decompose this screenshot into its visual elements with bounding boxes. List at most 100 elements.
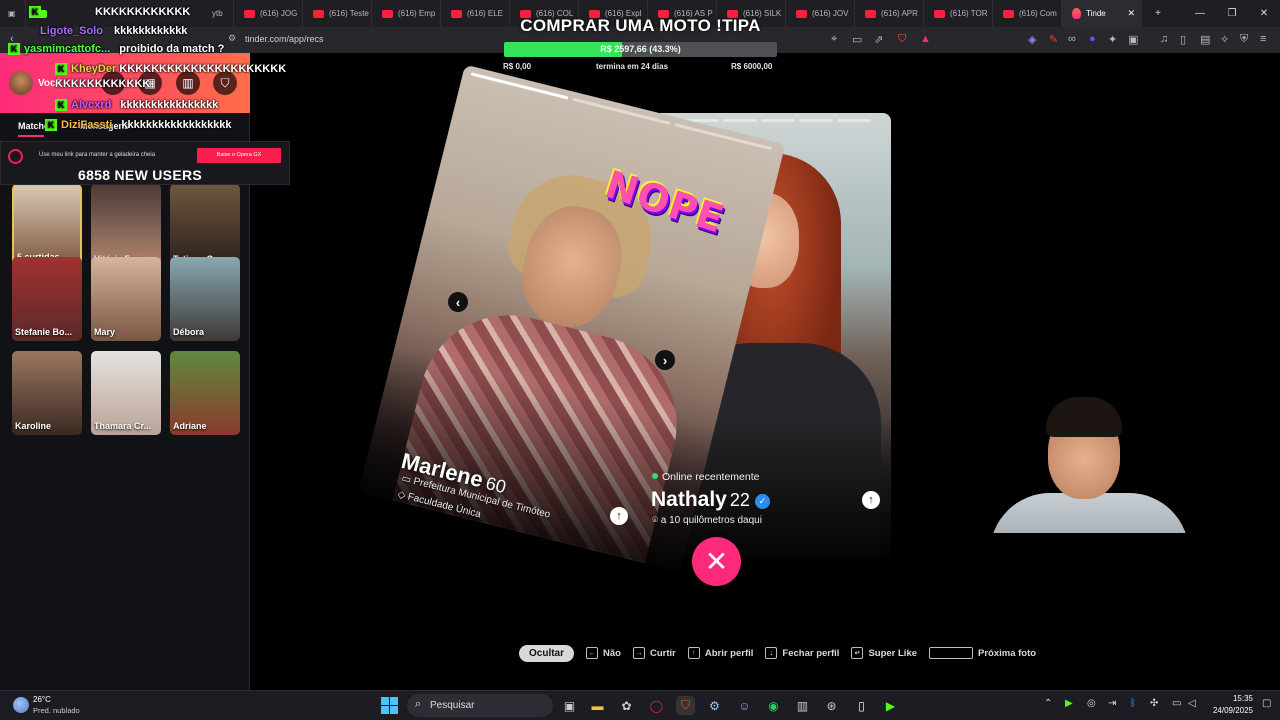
youtube-icon xyxy=(865,9,876,18)
kick-app-icon[interactable]: ▶ xyxy=(881,696,900,715)
hint-super-like: ↵ Super Like xyxy=(851,647,917,659)
extension-icon[interactable]: ✎ xyxy=(1049,33,1058,46)
tab-0[interactable]: (616) JOG xyxy=(234,0,303,27)
discord-icon[interactable]: ☺ xyxy=(735,696,754,715)
match-card[interactable]: Débora xyxy=(170,257,240,341)
open-profile-nathaly-icon[interactable]: ↑ xyxy=(862,491,880,509)
weather-icon[interactable] xyxy=(13,697,29,713)
previous-photo-icon[interactable]: ‹ xyxy=(448,292,468,312)
right-arrow-key-icon: → xyxy=(632,647,645,659)
app-icon[interactable]: ⊛ xyxy=(822,696,841,715)
brave-shield-icon[interactable]: ⛉ xyxy=(898,33,906,46)
hint-open-profile: ↑ Abrir perfil xyxy=(687,647,754,659)
tray-app-icon[interactable]: ✣ xyxy=(1150,698,1158,709)
close-window-icon[interactable]: ✕ xyxy=(1248,8,1280,19)
match-card[interactable]: Thamara Cr... xyxy=(91,351,161,435)
avatar[interactable] xyxy=(9,71,33,95)
chat-text: proibido da match ? xyxy=(119,43,225,55)
music-icon[interactable]: ♫ xyxy=(1160,33,1168,45)
tray-chevron-icon[interactable]: ⌃ xyxy=(1044,698,1052,709)
sidebar-icon[interactable]: ▯ xyxy=(1180,33,1186,46)
photo-indicator xyxy=(837,119,871,122)
hint-label: Abrir perfil xyxy=(704,647,754,659)
profile-distance: ⌾ a 10 quilômetros daqui xyxy=(652,515,762,526)
site-info-icon[interactable]: ⚙ xyxy=(228,33,236,44)
down-arrow-key-icon: ↓ xyxy=(765,647,778,659)
up-arrow-key-icon: ↑ xyxy=(687,647,700,659)
match-card[interactable]: Mary xyxy=(91,257,161,341)
tab-label: (616) JOG xyxy=(260,9,298,18)
webcam-body xyxy=(990,493,1189,533)
weather-temp[interactable]: 26°C xyxy=(33,695,51,704)
spotify-icon[interactable]: ◉ xyxy=(764,696,783,715)
screenshot-icon[interactable]: ▣ xyxy=(1128,33,1138,46)
extension-icon[interactable]: ∞ xyxy=(1068,33,1076,45)
bluetooth-icon[interactable]: ᛒ xyxy=(1130,698,1136,709)
tab-10[interactable]: (616) TOR xyxy=(924,0,993,27)
app-icon[interactable]: ✿ xyxy=(617,696,636,715)
tray-app-icon[interactable]: ◎ xyxy=(1087,698,1096,709)
goal-current-value: R$ 2597,66 (43.3%) xyxy=(600,44,681,54)
tab-9[interactable]: (616) APR xyxy=(855,0,924,27)
share-icon[interactable]: ⇗ xyxy=(874,33,883,46)
kick-badge-icon: K xyxy=(55,63,67,76)
nope-button[interactable]: ✕ xyxy=(692,537,741,586)
profile-age: 22 xyxy=(729,490,750,510)
url-input[interactable]: tinder.com/app/recs xyxy=(245,34,324,44)
kick-badge-icon: K xyxy=(8,43,20,56)
hide-hints-button[interactable]: Ocultar xyxy=(519,644,575,662)
tab-8[interactable]: (616) JOV xyxy=(786,0,855,27)
tab-tinder-active[interactable]: Tinde ✕ xyxy=(1062,0,1142,27)
match-card[interactable]: Stefanie Bo... xyxy=(12,257,82,341)
task-view-icon[interactable]: ▣ xyxy=(560,696,579,715)
next-photo-icon[interactable]: › xyxy=(655,350,675,370)
tab-11[interactable]: (616) Com xyxy=(993,0,1062,27)
network-icon[interactable]: ▭ xyxy=(1172,698,1181,709)
menu-icon[interactable]: ≡ xyxy=(1260,33,1266,45)
youtube-icon xyxy=(451,9,462,18)
steam-icon[interactable]: ⚙ xyxy=(705,696,724,715)
clock-date[interactable]: 24/09/2025 xyxy=(1206,706,1253,715)
photo-indicator xyxy=(470,72,569,100)
sidebar-toggle-icon[interactable]: ▣ xyxy=(0,0,26,27)
new-tab-icon[interactable]: + xyxy=(1142,8,1174,19)
brave-browser-icon[interactable]: ⛉ xyxy=(676,696,695,715)
wallet-icon[interactable]: ▤ xyxy=(1200,33,1210,46)
tab-1[interactable]: (616) Teste xyxy=(303,0,372,27)
photo-indicator xyxy=(723,119,757,122)
maximize-icon[interactable]: ❐ xyxy=(1216,8,1248,19)
match-card[interactable]: Vitória Ferr... xyxy=(91,184,161,268)
document-icon[interactable]: ▯ xyxy=(852,696,871,715)
match-card[interactable]: Adriane xyxy=(170,351,240,435)
match-card[interactable]: Karoline xyxy=(12,351,82,435)
match-name: Adriane xyxy=(173,421,207,431)
minimize-icon[interactable]: — xyxy=(1184,8,1216,19)
leo-icon[interactable]: ✧ xyxy=(1220,33,1229,46)
volume-icon[interactable]: ◁ xyxy=(1188,698,1196,709)
weather-status[interactable]: Pred. nublado xyxy=(33,706,80,715)
notifications-icon[interactable]: ▢ xyxy=(1262,698,1271,709)
extension-icon[interactable]: ● xyxy=(1089,33,1096,45)
vpn-icon[interactable]: ⛨ xyxy=(1240,33,1248,46)
opera-gx-taskbar-icon[interactable]: ◯ xyxy=(647,696,666,715)
extension-icon[interactable]: ◈ xyxy=(1028,33,1036,46)
file-explorer-icon[interactable]: ▬ xyxy=(588,696,607,715)
rewards-icon[interactable]: ▲ xyxy=(920,33,931,45)
match-card[interactable]: Tatiane Gon... xyxy=(170,184,240,268)
audio-mixer-icon[interactable]: ▥ xyxy=(793,696,812,715)
cast-icon[interactable]: ▭ xyxy=(852,33,862,46)
open-profile-marlene-icon[interactable]: ↑ xyxy=(610,507,628,525)
tab-3[interactable]: (616) ELE xyxy=(441,0,510,27)
location-icon[interactable]: ⌖ xyxy=(831,33,837,46)
windows-start-icon[interactable] xyxy=(381,697,398,714)
close-tab-icon[interactable]: ✕ xyxy=(1127,8,1135,19)
tab-2[interactable]: (616) Emp xyxy=(372,0,441,27)
taskbar-search[interactable]: ⌕ Pesquisar xyxy=(407,694,553,717)
extensions-puzzle-icon[interactable]: ✦ xyxy=(1108,33,1117,46)
likes-card[interactable]: 5 curtidas xyxy=(12,184,82,268)
clock-time[interactable]: 15:35 xyxy=(1217,694,1253,703)
hint-label: Super Like xyxy=(868,647,918,659)
download-opera-button[interactable]: Baixe o Opera GX xyxy=(197,148,281,163)
tray-app-icon[interactable]: ▶ xyxy=(1065,698,1073,709)
tray-app-icon[interactable]: ⇥ xyxy=(1108,698,1116,709)
